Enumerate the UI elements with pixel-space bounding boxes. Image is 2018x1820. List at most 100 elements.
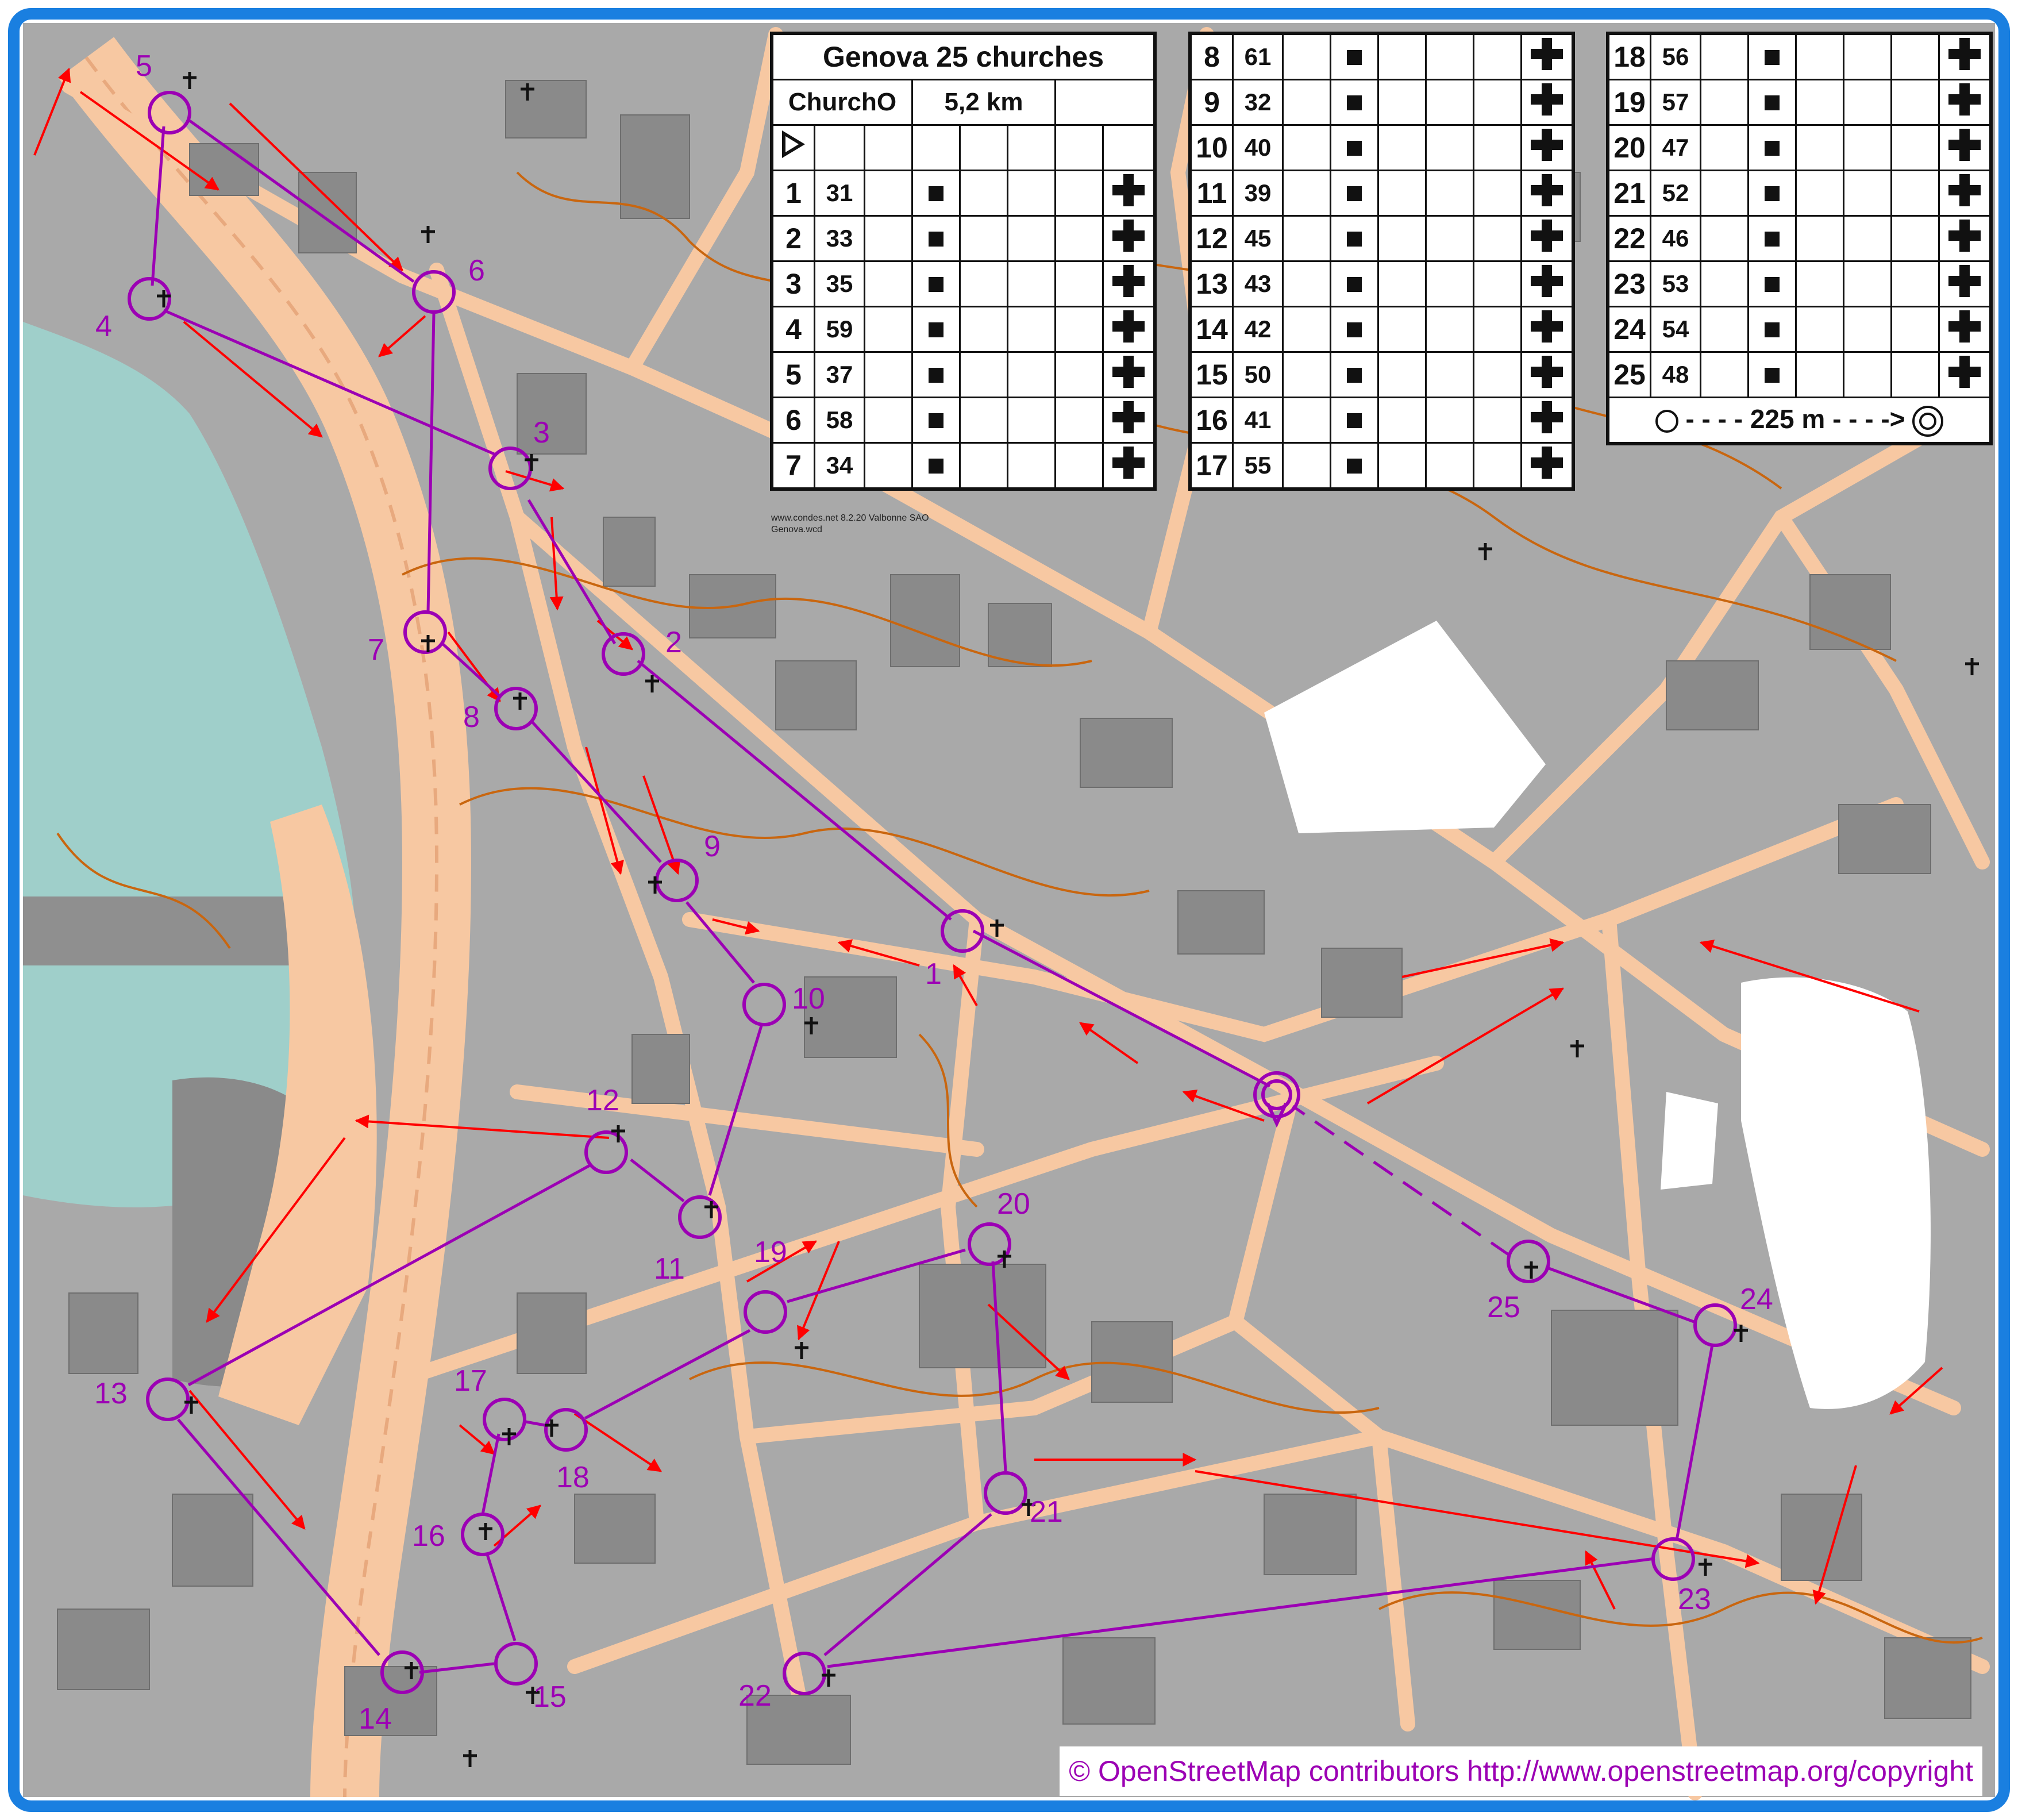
description-column-e	[1795, 170, 1844, 217]
control-description-row: 3 35	[771, 260, 1156, 307]
control-label-1: 1	[925, 957, 942, 991]
description-column-e	[959, 170, 1008, 217]
description-column-c	[1282, 79, 1331, 126]
square-icon	[911, 215, 961, 262]
description-column-g	[1890, 32, 1940, 80]
cross-icon	[1520, 442, 1574, 490]
description-column-e	[1795, 215, 1844, 262]
control-description-row: 17 55	[1189, 442, 1574, 490]
control-description-row: 10 40	[1189, 124, 1574, 171]
control-number: 18	[1607, 32, 1651, 80]
description-column-f	[1425, 170, 1474, 217]
description-column-f	[1843, 32, 1892, 80]
square-icon	[1747, 215, 1797, 262]
control-label-2: 2	[665, 626, 682, 659]
description-column-e	[1377, 351, 1427, 398]
control-number: 2	[771, 215, 815, 262]
control-description-row: 1 31	[771, 170, 1156, 217]
control-description-row: 8 61	[1189, 32, 1574, 80]
description-column-g	[1473, 79, 1522, 126]
control-number: 14	[1189, 306, 1234, 353]
description-column-f	[1843, 260, 1892, 307]
description-column-g	[1890, 215, 1940, 262]
description-column-g	[1054, 397, 1104, 444]
control-code: 53	[1650, 260, 1701, 307]
control-label-13: 13	[94, 1377, 128, 1410]
control-label-22: 22	[738, 1679, 772, 1713]
control-number: 15	[1189, 351, 1234, 398]
control-number: 23	[1607, 260, 1651, 307]
control-number: 4	[771, 306, 815, 353]
map-attribution[interactable]: © OpenStreetMap contributors http://www.…	[1060, 1746, 1982, 1796]
control-label-20: 20	[997, 1187, 1030, 1221]
square-icon	[1747, 170, 1797, 217]
description-column-e	[959, 306, 1008, 353]
description-column-c	[1282, 442, 1331, 490]
description-column-c	[1282, 306, 1331, 353]
start-triangle-icon	[771, 124, 815, 171]
control-description-row: 12 45	[1189, 215, 1574, 262]
cross-icon	[1520, 397, 1574, 444]
control-description-row: 23 53	[1607, 260, 1992, 307]
orienteering-map: 1 2 3 4 5 6 7 8 9 10 11 12 13 14 15 16 1…	[0, 0, 2018, 1820]
description-column-e	[1795, 32, 1844, 80]
cross-icon	[1520, 79, 1574, 126]
control-number: 5	[771, 351, 815, 398]
description-column-e	[1377, 79, 1427, 126]
square-icon	[1330, 79, 1379, 126]
description-column-e	[959, 215, 1008, 262]
description-column-c	[1700, 79, 1749, 126]
description-column-e	[1377, 442, 1427, 490]
cross-icon	[1102, 170, 1156, 217]
square-icon	[1330, 306, 1379, 353]
description-column-g	[1054, 215, 1104, 262]
square-icon	[1330, 442, 1379, 490]
control-label-5: 5	[136, 49, 152, 83]
control-number: 11	[1189, 170, 1234, 217]
control-code: 45	[1232, 215, 1284, 262]
description-column-f	[1843, 79, 1892, 126]
description-column-f	[1007, 260, 1056, 307]
square-icon	[911, 442, 961, 490]
control-label-6: 6	[468, 254, 485, 287]
control-number: 7	[771, 442, 815, 490]
control-description-table-3: 18 56 19 57 20 47 21 52 22 46 23 53 24 54 25 48 - - - -…	[1606, 32, 1993, 445]
description-column-e	[1377, 170, 1427, 217]
description-column-e	[1377, 306, 1427, 353]
control-label-10: 10	[792, 982, 825, 1015]
cross-icon	[1938, 79, 1992, 126]
control-code: 48	[1650, 351, 1701, 398]
control-label-25: 25	[1487, 1291, 1520, 1324]
control-number: 1	[771, 170, 815, 217]
control-label-24: 24	[1740, 1283, 1773, 1316]
description-column-c	[1700, 260, 1749, 307]
square-icon	[911, 260, 961, 307]
description-column-c	[1282, 215, 1331, 262]
control-code: 55	[1232, 442, 1284, 490]
description-column-c	[864, 215, 913, 262]
description-column-c	[1282, 124, 1331, 171]
control-code: 43	[1232, 260, 1284, 307]
cross-icon	[1938, 124, 1992, 171]
cross-icon	[1520, 306, 1574, 353]
description-column-e	[959, 397, 1008, 444]
description-column-e	[1377, 32, 1427, 80]
description-column-f	[1843, 351, 1892, 398]
cross-icon	[1520, 215, 1574, 262]
control-code: 50	[1232, 351, 1284, 398]
control-label-17: 17	[454, 1364, 487, 1398]
software-info-line-1: www.condes.net 8.2.20 Valbonne SAO	[771, 513, 929, 523]
control-label-11: 11	[654, 1252, 685, 1286]
cross-icon	[1938, 215, 1992, 262]
description-column-e	[1795, 124, 1844, 171]
square-icon	[1330, 170, 1379, 217]
control-label-9: 9	[704, 830, 721, 863]
control-description-row: 5 37	[771, 351, 1156, 398]
description-column-c	[1282, 260, 1331, 307]
description-column-g	[1890, 306, 1940, 353]
description-column-e	[1377, 215, 1427, 262]
control-label-15: 15	[533, 1680, 567, 1714]
description-column-g	[1473, 260, 1522, 307]
description-column-g	[1473, 442, 1522, 490]
control-description-row: 25 48	[1607, 351, 1992, 398]
